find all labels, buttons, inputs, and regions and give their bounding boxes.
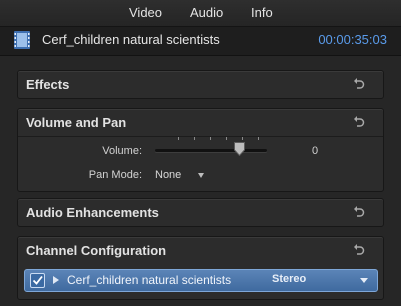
reset-arrow-icon[interactable] bbox=[351, 243, 365, 257]
pan-mode-value: None bbox=[155, 169, 182, 181]
tab-audio[interactable]: Audio bbox=[190, 5, 223, 20]
pan-mode-label: Pan Mode: bbox=[88, 169, 142, 181]
slider-tick bbox=[194, 137, 195, 140]
volume-pan-title: Volume and Pan bbox=[26, 115, 127, 130]
slider-tick bbox=[258, 137, 259, 140]
reset-arrow-icon[interactable] bbox=[351, 205, 365, 219]
channel-configuration-header[interactable]: Channel Configuration bbox=[18, 237, 383, 264]
clip-title: Cerf_children natural scientists bbox=[42, 32, 220, 47]
channel-configuration-title: Channel Configuration bbox=[26, 243, 167, 258]
pan-mode-popup[interactable]: None bbox=[155, 169, 204, 185]
reset-arrow-icon[interactable] bbox=[351, 77, 365, 91]
section-audio-enhancements: Audio Enhancements bbox=[17, 198, 384, 227]
clip-timecode: 00:00:35:03 bbox=[318, 32, 387, 47]
clip-header: Cerf_children natural scientists 00:00:3… bbox=[0, 27, 401, 56]
audio-enhancements-header[interactable]: Audio Enhancements bbox=[18, 199, 383, 226]
channel-enable-checkbox[interactable] bbox=[30, 273, 45, 288]
reset-arrow-icon[interactable] bbox=[351, 115, 365, 129]
chevron-down-icon bbox=[198, 173, 204, 178]
disclosure-triangle-icon[interactable] bbox=[53, 276, 59, 284]
volume-label: Volume: bbox=[102, 145, 142, 157]
volume-slider-knob[interactable] bbox=[233, 142, 245, 156]
film-clip-icon bbox=[14, 31, 30, 49]
tab-info[interactable]: Info bbox=[251, 5, 273, 20]
section-volume-pan: Volume and Pan Volume: 0 Pan Mode: None bbox=[17, 108, 384, 192]
slider-tick bbox=[242, 137, 243, 140]
slider-tick bbox=[226, 137, 227, 140]
channel-row[interactable]: Cerf_children natural scientists Stereo bbox=[24, 269, 378, 292]
tab-video[interactable]: Video bbox=[129, 5, 162, 20]
slider-tick bbox=[210, 137, 211, 140]
channel-name: Cerf_children natural scientists bbox=[67, 273, 232, 287]
volume-value[interactable]: 0 bbox=[312, 145, 318, 157]
inspector-tab-bar: Video Audio Info bbox=[0, 0, 401, 27]
audio-enhancements-title: Audio Enhancements bbox=[26, 205, 159, 220]
inspector-content: Effects Volume and Pan Volume: 0 Pan Mod… bbox=[0, 56, 401, 306]
channel-mode[interactable]: Stereo bbox=[272, 273, 306, 285]
effects-header[interactable]: Effects bbox=[18, 71, 383, 98]
volume-slider-track[interactable] bbox=[155, 149, 267, 152]
effects-title: Effects bbox=[26, 77, 70, 92]
section-effects: Effects bbox=[17, 70, 384, 99]
volume-pan-header[interactable]: Volume and Pan bbox=[18, 109, 383, 136]
slider-tick bbox=[178, 137, 179, 140]
section-channel-configuration: Channel Configuration Cerf_children natu… bbox=[17, 236, 384, 300]
section-divider bbox=[18, 136, 383, 137]
checkmark-icon bbox=[32, 275, 43, 285]
chevron-down-icon[interactable] bbox=[360, 278, 368, 283]
